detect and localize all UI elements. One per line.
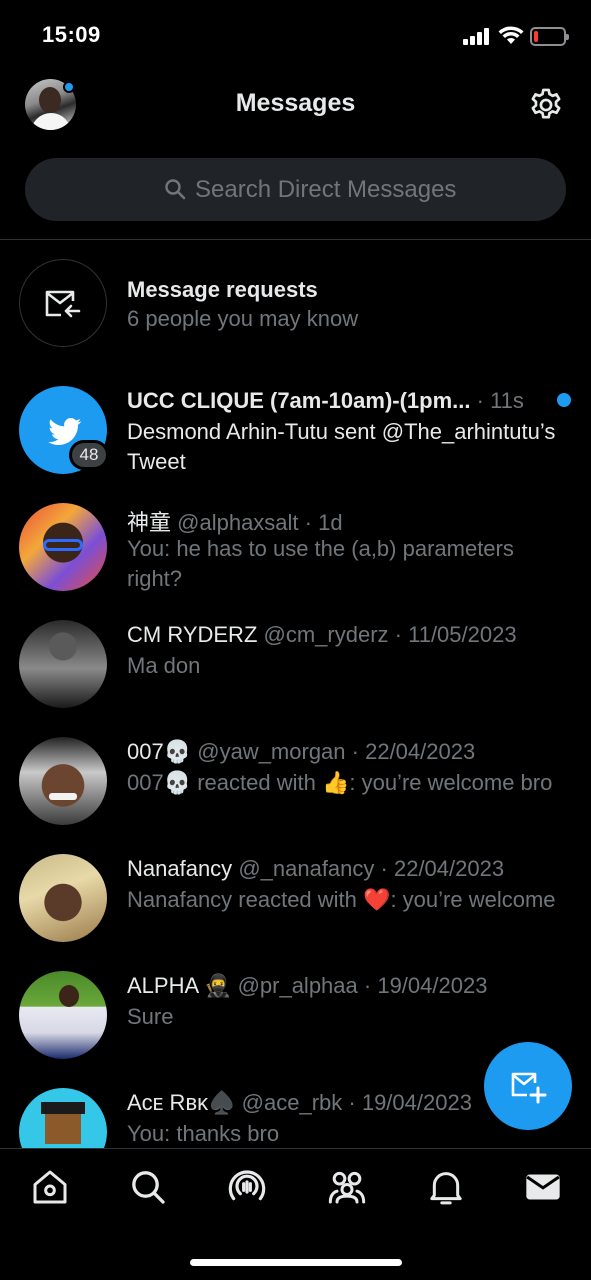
cellular-signal-icon bbox=[463, 28, 491, 45]
conversation-name: CM RYDERZ bbox=[127, 622, 258, 647]
search-input[interactable]: Search Direct Messages bbox=[25, 158, 566, 221]
battery-icon bbox=[530, 27, 569, 46]
communities-icon[interactable] bbox=[327, 1167, 367, 1207]
search-icon[interactable] bbox=[128, 1167, 168, 1207]
contact-avatar bbox=[19, 1088, 107, 1148]
conversation-row[interactable]: CM RYDERZ @cm_ryderz · 11/05/2023 Ma don bbox=[0, 614, 591, 724]
member-count-badge: 48 bbox=[69, 440, 109, 470]
conversation-handle: @ace_rbk bbox=[241, 1090, 343, 1115]
conversation-header: UCC CLIQUE (7am-10am)-(1pm... · 11s bbox=[127, 388, 524, 414]
gear-icon[interactable] bbox=[527, 86, 565, 124]
heart-emoji: ❤️ bbox=[363, 887, 391, 912]
conversation-name: UCC CLIQUE (7am-10am)-(1pm... bbox=[127, 388, 471, 413]
spaces-icon[interactable] bbox=[227, 1167, 267, 1207]
conversation-time: · 19/04/2023 bbox=[363, 973, 488, 998]
conversation-preview: You: he has to use the (a,b) parameters … bbox=[127, 536, 514, 591]
contact-avatar bbox=[19, 854, 107, 942]
conversation-handle: @yaw_morgan bbox=[197, 739, 346, 764]
conversation-row[interactable]: 48 UCC CLIQUE (7am-10am)-(1pm... · 11s D… bbox=[0, 380, 591, 490]
header: Messages bbox=[0, 70, 591, 140]
home-indicator bbox=[190, 1259, 402, 1266]
message-requests-icon-circle bbox=[19, 259, 107, 347]
message-requests-title: Message requests bbox=[127, 277, 318, 302]
unread-indicator bbox=[557, 393, 571, 407]
notifications-icon[interactable] bbox=[426, 1167, 466, 1207]
conversation-name: ALPHA 🥷 bbox=[127, 973, 232, 998]
conversation-time: · 1d bbox=[304, 510, 343, 535]
message-requests-subtitle: 6 people you may know bbox=[127, 306, 359, 331]
conversation-preview: You: thanks bro bbox=[127, 1121, 280, 1146]
conversation-name: Nanafancy bbox=[127, 856, 233, 881]
conversation-handle: @cm_ryderz bbox=[263, 622, 389, 647]
conversation-header: Aᴄᴇ Rʙᴋ♠️ @ace_rbk · 19/04/2023 bbox=[127, 1090, 472, 1116]
contact-avatar bbox=[19, 737, 107, 825]
conversation-time: · 11s bbox=[476, 388, 524, 413]
conversation-time: · 22/04/2023 bbox=[351, 739, 476, 764]
search-placeholder: Search Direct Messages bbox=[195, 176, 457, 203]
thumbs-up-emoji: 👍 bbox=[321, 770, 350, 795]
conversation-header: 神童 @alphaxsalt · 1d bbox=[127, 505, 343, 537]
conversation-preview: Sure bbox=[127, 1004, 174, 1029]
conversation-name: 007💀 bbox=[127, 739, 192, 764]
compose-message-icon bbox=[511, 1072, 547, 1104]
conversation-handle: @_nanafancy bbox=[238, 856, 375, 881]
conversation-time: · 22/04/2023 bbox=[380, 856, 505, 881]
messages-icon[interactable] bbox=[523, 1167, 563, 1207]
conversation-row[interactable]: Nanafancy @_nanafancy · 22/04/2023 Nanaf… bbox=[0, 848, 591, 958]
conversation-preview: Ma don bbox=[127, 653, 201, 678]
conversation-header: ALPHA 🥷 @pr_alphaa · 19/04/2023 bbox=[127, 973, 487, 999]
conversation-header: 007💀 @yaw_morgan · 22/04/2023 bbox=[127, 739, 475, 765]
search-icon bbox=[165, 179, 186, 200]
page-title: Messages bbox=[235, 89, 356, 117]
contact-avatar bbox=[19, 503, 107, 591]
message-requests-row[interactable]: Message requests 6 people you may know bbox=[0, 255, 591, 355]
conversation-preview: Desmond Arhin-Tutu sent @The_arhintutu’s… bbox=[127, 419, 556, 474]
search-section: Search Direct Messages bbox=[0, 140, 591, 240]
conversation-row[interactable]: 神童 @alphaxsalt · 1d You: he has to use t… bbox=[0, 497, 591, 607]
status-time: 15:09 bbox=[42, 22, 101, 47]
home-icon[interactable] bbox=[30, 1167, 70, 1207]
conversation-header: CM RYDERZ @cm_ryderz · 11/05/2023 bbox=[127, 622, 517, 648]
conversation-row[interactable]: 007💀 @yaw_morgan · 22/04/2023 007💀 react… bbox=[0, 731, 591, 841]
status-bar: 15:09 bbox=[0, 0, 591, 70]
conversation-handle: @pr_alphaa bbox=[237, 973, 358, 998]
new-message-button[interactable] bbox=[484, 1042, 572, 1130]
conversation-name: 神童 bbox=[127, 510, 172, 535]
conversation-preview: 007💀 reacted with 👍: you’re welcome bro bbox=[127, 770, 553, 795]
contact-avatar bbox=[19, 971, 107, 1059]
wifi-icon bbox=[498, 26, 524, 44]
envelope-inbox-icon bbox=[45, 290, 81, 318]
conversation-header: Nanafancy @_nanafancy · 22/04/2023 bbox=[127, 856, 504, 882]
conversation-name: Aᴄᴇ Rʙᴋ♠️ bbox=[127, 1090, 236, 1115]
conversation-preview: Nanafancy reacted with ❤️: you’re welcom… bbox=[127, 887, 556, 912]
conversation-time: · 11/05/2023 bbox=[394, 622, 517, 647]
contact-avatar bbox=[19, 620, 107, 708]
conversation-handle: @alphaxsalt bbox=[177, 510, 299, 535]
conversation-time: · 19/04/2023 bbox=[348, 1090, 472, 1115]
